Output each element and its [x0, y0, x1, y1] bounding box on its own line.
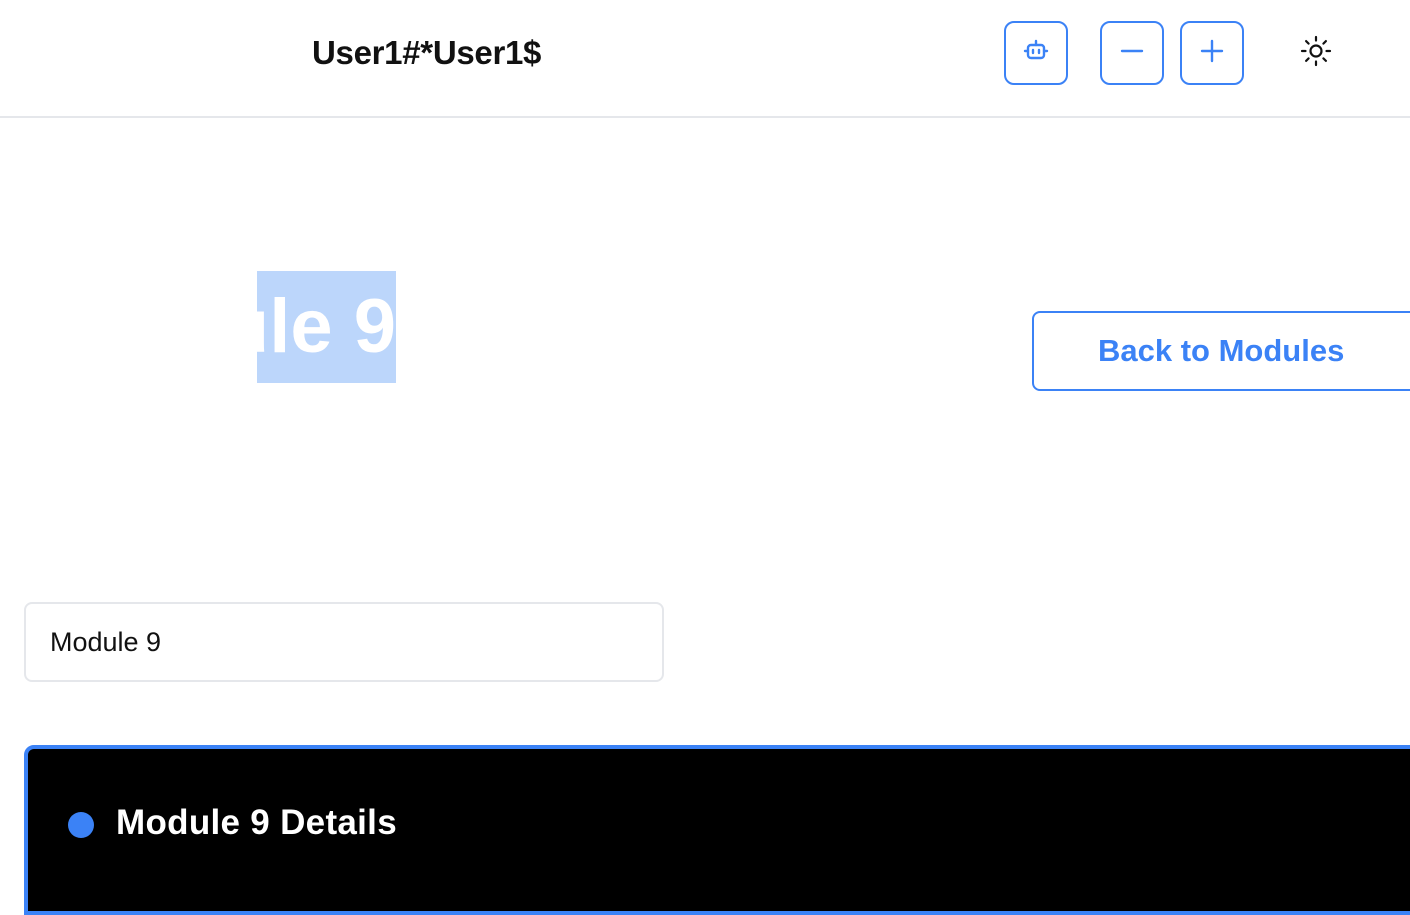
- page-title: Module 9: [257, 284, 396, 369]
- top-bar: User1#*User1$: [0, 0, 1410, 118]
- back-to-modules-button[interactable]: Back to Modules: [1032, 311, 1410, 391]
- plus-icon: [1196, 35, 1228, 72]
- theme-toggle-button[interactable]: [1292, 29, 1340, 77]
- bot-button[interactable]: [1004, 21, 1068, 85]
- zoom-out-button[interactable]: [1100, 21, 1164, 85]
- robot-icon: [1020, 35, 1052, 72]
- sun-icon: [1299, 34, 1333, 73]
- details-title: Module 9 Details: [116, 803, 397, 842]
- minus-icon: [1116, 35, 1148, 72]
- status-dot: [68, 812, 94, 838]
- user-title: User1#*User1$: [312, 34, 542, 71]
- module-name-input[interactable]: [24, 602, 664, 682]
- heading-selection: Module 9: [257, 271, 396, 383]
- module-details-card: Module 9 Details: [24, 745, 1410, 915]
- zoom-in-button[interactable]: [1180, 21, 1244, 85]
